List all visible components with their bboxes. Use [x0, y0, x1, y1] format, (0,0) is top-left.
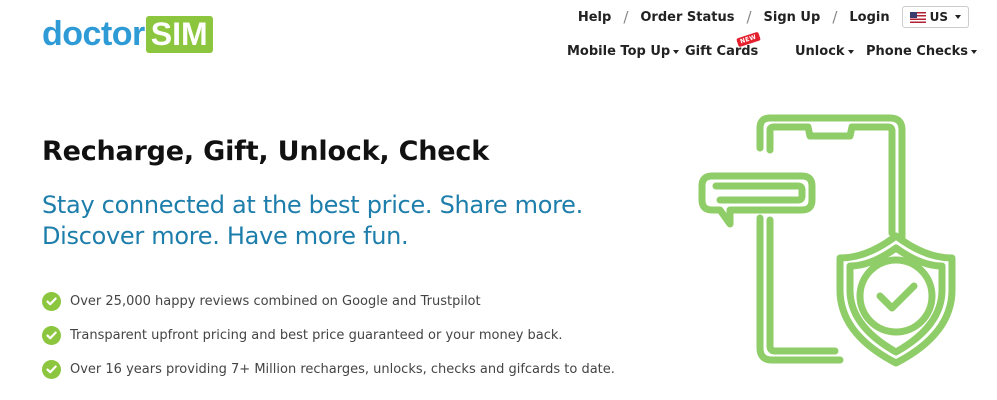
country-selector[interactable]: US: [901, 6, 969, 28]
hero-subtitle-line1: Stay connected at the best price. Share …: [42, 191, 583, 219]
top-utility-nav: Help / Order Status / Sign Up / Login US: [578, 6, 969, 28]
logo-text-sim: SIM: [145, 15, 213, 53]
caret-down-icon: [673, 49, 680, 54]
caret-down-icon: [955, 15, 961, 19]
feature-list: Over 25,000 happy reviews combined on Go…: [42, 284, 615, 386]
nav-unlock-label: Unlock: [795, 44, 845, 59]
nav-separator: /: [832, 8, 838, 26]
hero-subtitle: Stay connected at the best price. Share …: [42, 190, 583, 252]
feature-text: Over 16 years providing 7+ Million recha…: [70, 361, 615, 377]
sign-up-link[interactable]: Sign Up: [764, 10, 821, 25]
feature-text: Transparent upfront pricing and best pri…: [70, 327, 563, 343]
phone-shield-chat-icon: [698, 114, 956, 367]
nav-unlock[interactable]: Unlock: [795, 44, 854, 59]
nav-phone-checks[interactable]: Phone Checks: [866, 44, 978, 59]
us-flag-icon: [909, 11, 926, 23]
nav-mobile-top-up-label: Mobile Top Up: [567, 44, 671, 59]
nav-separator: /: [746, 8, 752, 26]
caret-down-icon: [971, 49, 978, 54]
feature-item: Over 16 years providing 7+ Million recha…: [42, 352, 615, 386]
nav-mobile-top-up[interactable]: Mobile Top Up: [567, 44, 680, 59]
check-circle-icon: [42, 359, 61, 379]
feature-item: Transparent upfront pricing and best pri…: [42, 318, 615, 352]
nav-gift-cards-label: Gift Cards: [685, 44, 759, 59]
caret-down-icon: [847, 49, 854, 54]
nav-gift-cards[interactable]: Gift Cards NEW: [685, 31, 761, 59]
logo-text-doctor: doctor: [42, 15, 145, 53]
check-circle-icon: [42, 325, 61, 345]
feature-text: Over 25,000 happy reviews combined on Go…: [70, 293, 481, 309]
login-link[interactable]: Login: [849, 10, 889, 25]
nav-separator: /: [623, 8, 629, 26]
feature-item: Over 25,000 happy reviews combined on Go…: [42, 284, 615, 318]
check-circle-icon: [42, 291, 61, 311]
hero-subtitle-line2: Discover more. Have more fun.: [42, 222, 409, 250]
help-link[interactable]: Help: [578, 10, 611, 25]
country-label: US: [929, 10, 948, 24]
order-status-link[interactable]: Order Status: [640, 10, 734, 25]
logo[interactable]: doctor SIM: [42, 14, 213, 54]
hero-title: Recharge, Gift, Unlock, Check: [42, 136, 489, 167]
nav-phone-checks-label: Phone Checks: [866, 44, 969, 59]
